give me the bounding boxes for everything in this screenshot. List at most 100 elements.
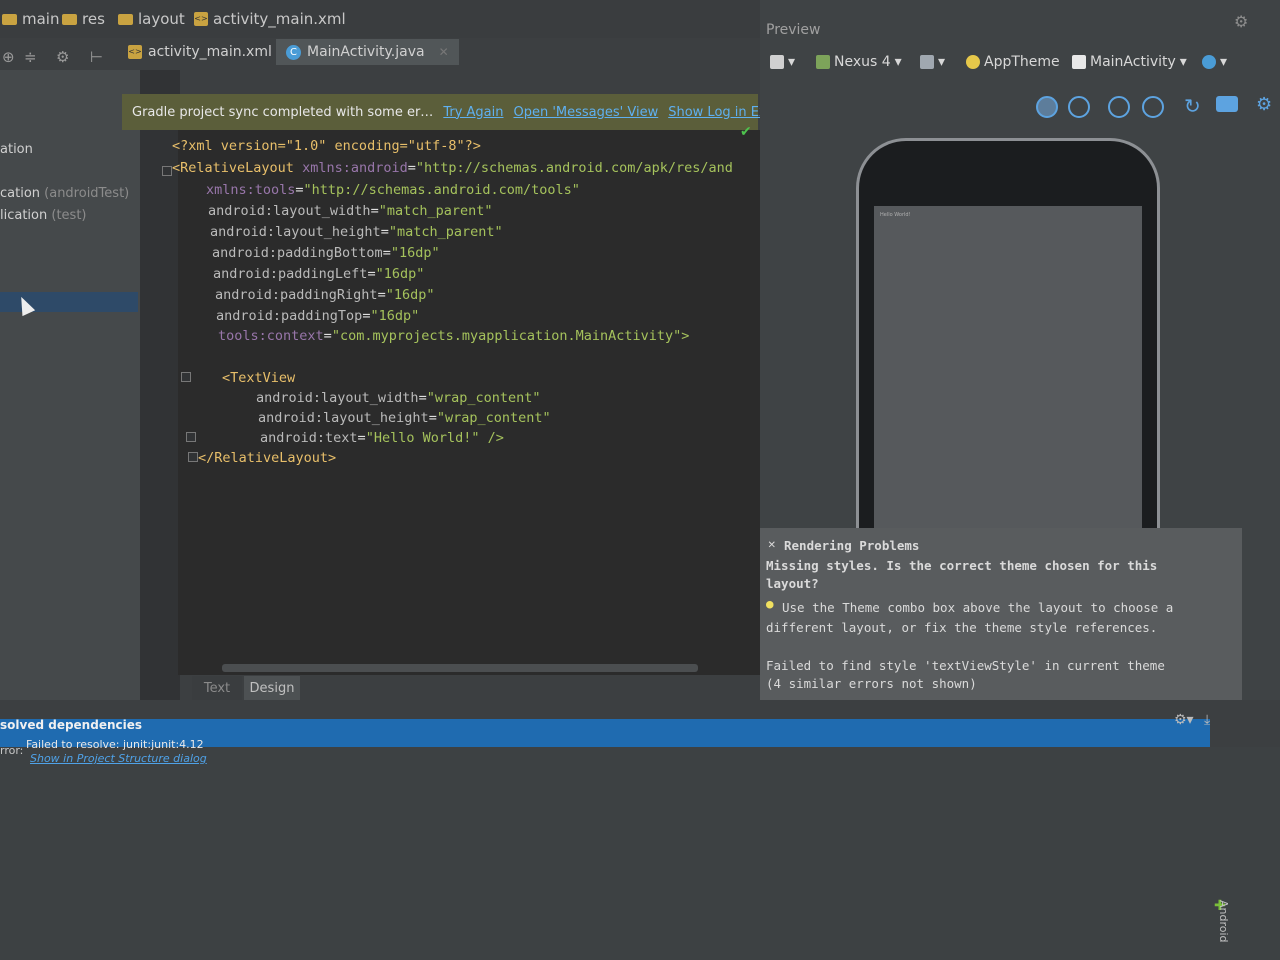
sync-message: Gradle project sync completed with some …: [132, 104, 434, 120]
code-line: android:paddingTop="16dp": [216, 308, 420, 324]
tree-item-sub: (androidTest): [44, 186, 130, 201]
design-mode-button[interactable]: ▾: [770, 54, 795, 70]
code-value: "16dp": [385, 287, 435, 303]
tree-item[interactable]: ation: [0, 142, 33, 157]
hide-panel-icon[interactable]: ⊢: [90, 48, 103, 66]
code-value: "com.myprojects.myapplication.MainActivi…: [331, 328, 690, 344]
activity-label: MainActivity: [1090, 54, 1176, 70]
code-value: "match_parent": [388, 224, 503, 240]
preview-hello-text: Hello World!: [880, 212, 911, 218]
close-icon[interactable]: ✕: [768, 536, 776, 551]
theme-selector[interactable]: AppTheme: [966, 54, 1060, 70]
code-value: "16dp": [375, 266, 425, 282]
code-tag: <RelativeLayout: [172, 160, 294, 176]
tree-item-label: lication: [0, 208, 48, 223]
zoom-actual-icon[interactable]: [1068, 96, 1090, 118]
class-icon: C: [286, 44, 301, 60]
folder-icon: [2, 13, 17, 25]
problems-message: Failed to find style 'textViewStyle' in …: [766, 658, 1165, 673]
folder-icon: [118, 13, 133, 25]
camera-icon[interactable]: [1216, 96, 1238, 112]
tree-item[interactable]: cation (androidTest): [0, 186, 129, 201]
tab-design[interactable]: Design: [244, 676, 300, 700]
code-line: <?xml version="1.0" encoding="utf-8"?>: [172, 138, 481, 154]
gradle-sync-notification: Gradle project sync completed with some …: [122, 94, 805, 130]
open-messages-link[interactable]: Open 'Messages' View: [513, 105, 658, 120]
show-in-project-structure-link[interactable]: Show in Project Structure dialog: [30, 752, 207, 765]
theme-icon: [966, 55, 980, 69]
breadcrumb-label: res: [82, 10, 105, 28]
gear-icon[interactable]: ⚙: [1234, 12, 1248, 31]
problems-message: (4 similar errors not shown): [766, 676, 977, 691]
breadcrumb-item-layout[interactable]: layout: [118, 10, 185, 28]
breadcrumb-item-main[interactable]: main: [2, 10, 59, 28]
orientation-selector[interactable]: ▾: [920, 54, 945, 70]
zoom-out-icon[interactable]: [1142, 96, 1164, 118]
refresh-icon[interactable]: ↻: [1184, 94, 1201, 118]
code-attr: android:layout_height: [210, 224, 381, 240]
target-icon[interactable]: ⊕: [2, 48, 15, 66]
code-attr: android:layout_height: [258, 410, 429, 426]
device-screen[interactable]: [874, 206, 1142, 538]
code-attr: xmlns:tools: [206, 182, 296, 198]
collapse-icon[interactable]: ≑: [24, 48, 37, 66]
zoom-in-icon[interactable]: [1108, 96, 1130, 118]
code-value: "wrap_content": [436, 410, 551, 426]
device-label: Nexus 4: [834, 54, 891, 70]
locale-selector[interactable]: ▾: [1202, 54, 1227, 70]
tree-item[interactable]: lication (test): [0, 208, 87, 223]
xml-file-icon: <>: [128, 45, 142, 59]
code-line: android:layout_height="wrap_content": [258, 410, 551, 426]
download-icon[interactable]: ⤓: [1204, 712, 1210, 728]
breadcrumb-label: layout: [138, 10, 185, 28]
fold-marker-icon[interactable]: [186, 432, 196, 442]
error-message: Failed to resolve: junit:junit:4.12: [26, 738, 204, 751]
breadcrumb-item-activity-main[interactable]: <> activity_main.xml: [194, 10, 346, 28]
theme-label: AppTheme: [984, 54, 1060, 70]
tab-label: activity_main.xml: [148, 44, 272, 60]
code-line: </RelativeLayout>: [198, 450, 336, 466]
fold-marker-icon[interactable]: [162, 166, 172, 176]
device-selector[interactable]: Nexus 4 ▾: [816, 54, 902, 70]
gear-icon[interactable]: ⚙▾: [1174, 712, 1194, 728]
code-attr: xmlns:android: [302, 160, 408, 176]
tab-label: MainActivity.java: [307, 44, 425, 60]
code-value: "16dp": [370, 308, 420, 324]
tab-text[interactable]: Text: [192, 676, 242, 700]
code-tag: </RelativeLayout>: [198, 450, 337, 466]
tab-mainactivity-java[interactable]: C MainActivity.java ✕: [276, 39, 459, 65]
code-value: "match_parent": [378, 203, 493, 219]
code-attr: android:paddingLeft: [213, 266, 368, 282]
folder-icon: [62, 13, 77, 25]
activity-icon: [1072, 55, 1086, 69]
rotate-icon: [920, 55, 934, 69]
settings-icon[interactable]: ⚙: [1256, 94, 1272, 115]
lightbulb-icon: ●: [766, 596, 774, 611]
error-label: rror:: [0, 744, 24, 757]
zoom-fit-icon[interactable]: [1036, 96, 1058, 118]
code-line: android:layout_width="match_parent": [208, 203, 493, 219]
code-value: "Hello World!" />: [365, 430, 504, 446]
tree-item-label: cation: [0, 186, 41, 201]
code-value: "16dp": [390, 245, 440, 261]
code-line: tools:context="com.myprojects.myapplicat…: [218, 328, 690, 344]
code-line: android:text="Hello World!" />: [260, 430, 504, 446]
code-line: android:layout_height="match_parent": [210, 224, 503, 240]
breadcrumb-label: main: [22, 10, 60, 28]
try-again-link[interactable]: Try Again: [443, 105, 503, 120]
messages-title: solved dependencies: [0, 718, 143, 732]
globe-icon: [1202, 55, 1216, 69]
gear-icon[interactable]: ⚙: [56, 48, 69, 66]
android-side-tab[interactable]: Android: [1210, 900, 1230, 960]
problems-message: Use the Theme combo box above the layout…: [782, 600, 1174, 615]
code-attr: android:paddingBottom: [212, 245, 383, 261]
breadcrumb-label: activity_main.xml: [213, 10, 346, 28]
horizontal-scrollbar[interactable]: [222, 664, 698, 672]
close-icon[interactable]: ✕: [439, 45, 449, 59]
breadcrumb-item-res[interactable]: res: [62, 10, 105, 28]
code-line: android:paddingBottom="16dp": [212, 245, 440, 261]
fold-marker-icon[interactable]: [181, 372, 191, 382]
fold-marker-icon[interactable]: [188, 452, 198, 462]
activity-selector[interactable]: MainActivity ▾: [1072, 54, 1187, 70]
project-tree: [0, 70, 140, 700]
